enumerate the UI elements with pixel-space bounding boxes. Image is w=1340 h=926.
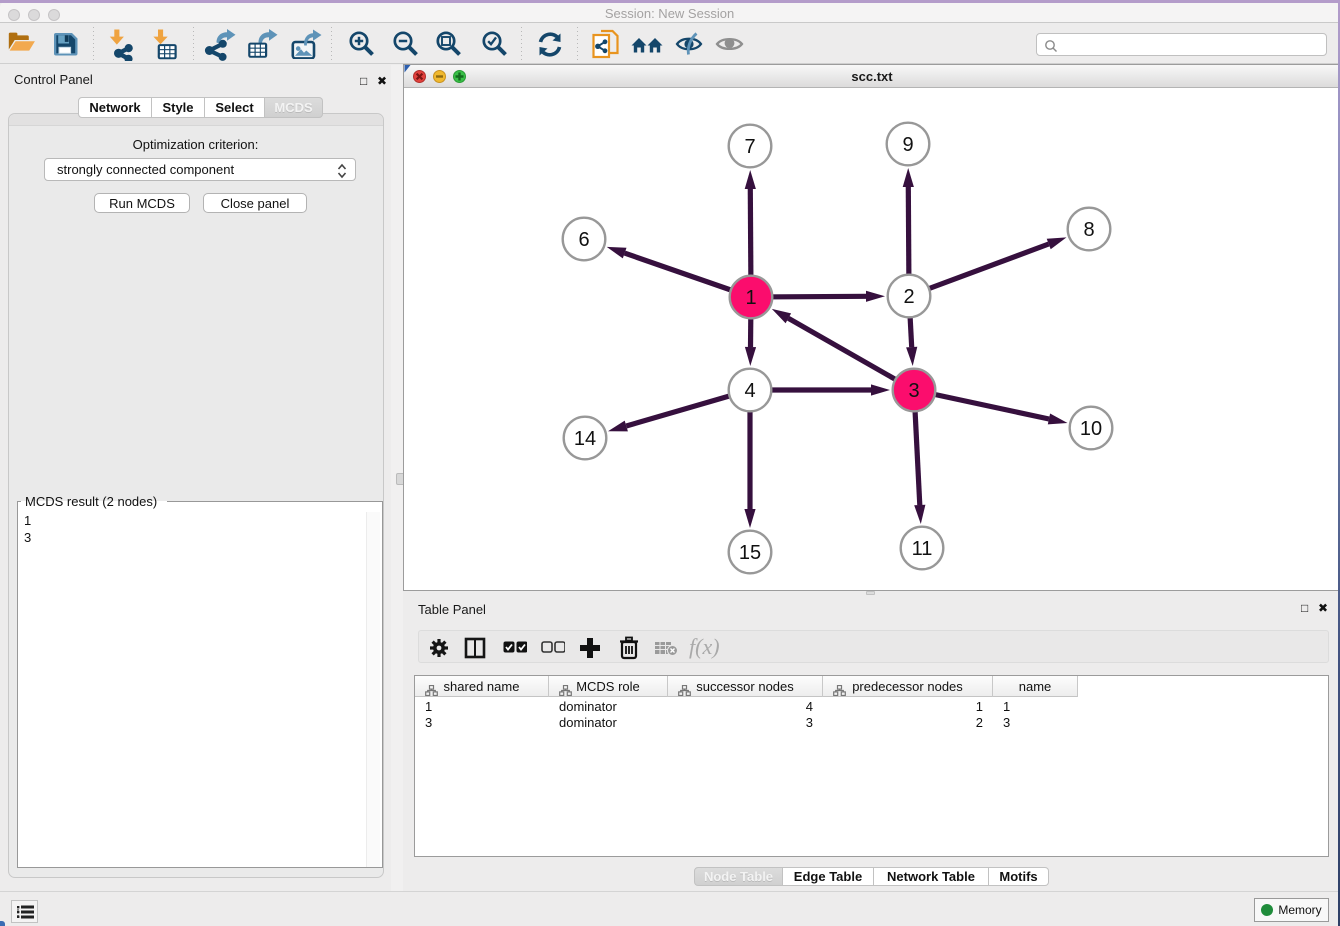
svg-text:10: 10 <box>1080 418 1102 440</box>
svg-text:1: 1 <box>745 287 756 309</box>
svg-text:2: 2 <box>903 286 914 308</box>
svg-text:15: 15 <box>739 542 761 564</box>
svg-text:7: 7 <box>744 136 755 158</box>
svg-text:9: 9 <box>902 134 913 156</box>
svg-text:4: 4 <box>744 380 755 402</box>
svg-text:6: 6 <box>578 229 589 251</box>
svg-text:8: 8 <box>1083 219 1094 241</box>
svg-text:3: 3 <box>908 380 919 402</box>
svg-text:11: 11 <box>912 538 933 560</box>
svg-text:14: 14 <box>574 428 596 450</box>
